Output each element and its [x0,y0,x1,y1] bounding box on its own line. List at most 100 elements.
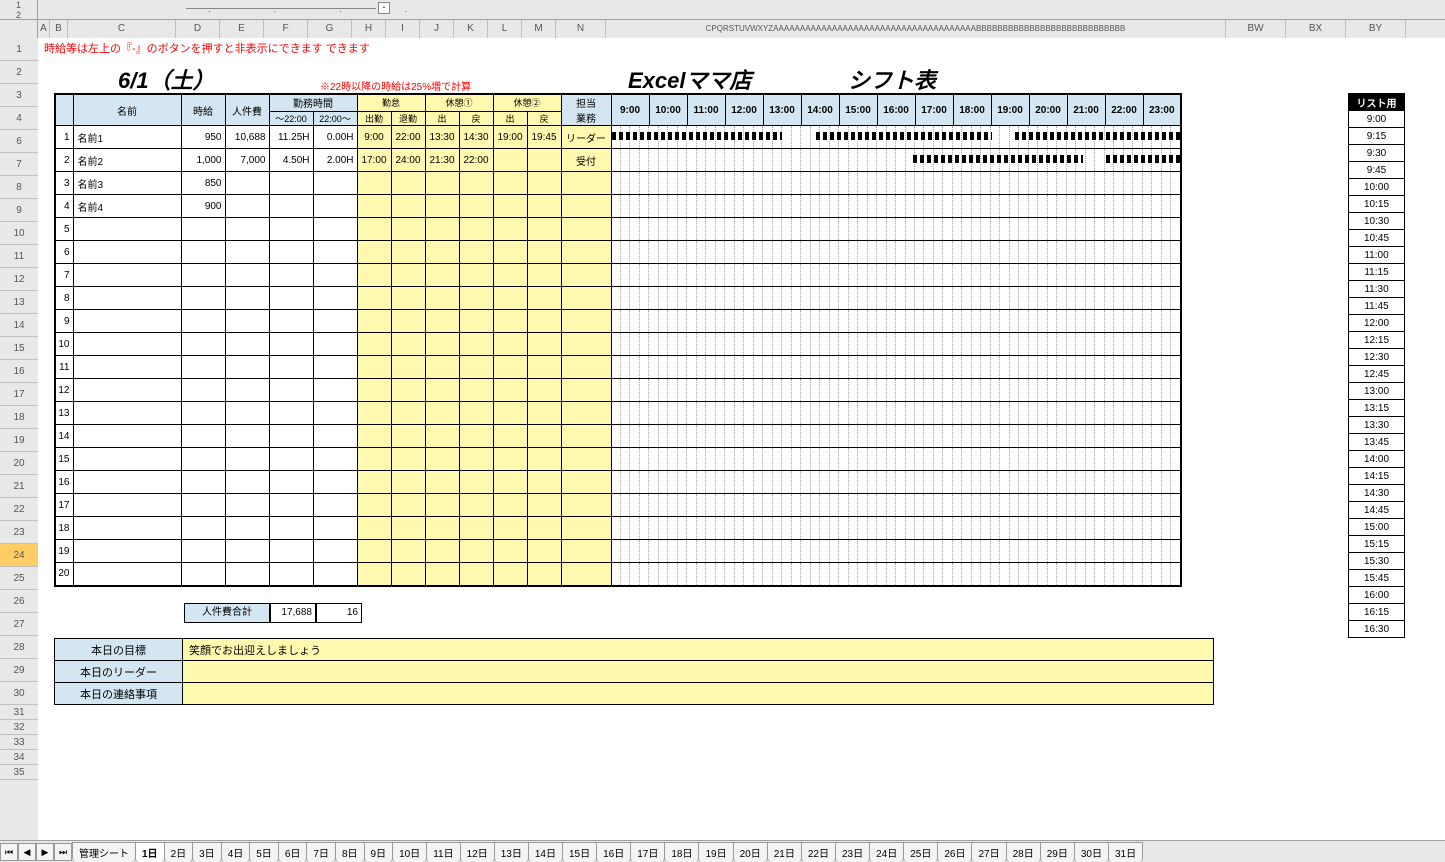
row-header[interactable]: 21 [0,475,38,498]
cell-wage[interactable] [181,517,225,540]
cell-name[interactable]: 名前2 [73,149,181,172]
cell-role[interactable] [561,563,611,586]
list-time[interactable]: 15:45 [1349,570,1405,587]
row-header[interactable]: 17 [0,383,38,406]
row-header[interactable]: 18 [0,406,38,429]
sheet-tab[interactable]: 6日 [278,842,308,862]
cell-name[interactable] [73,333,181,356]
spreadsheet-grid[interactable]: 時給等は左上の『-』のボタンを押すと非表示にできます できます 6/1（土） ※… [38,38,1445,840]
shift-row[interactable]: 3名前3850 [55,172,1181,195]
cell-name[interactable]: 名前4 [73,195,181,218]
row-header[interactable]: 14 [0,314,38,337]
cell-in[interactable] [357,494,391,517]
footer-row[interactable]: 本日のリーダー [55,661,1214,683]
row-header[interactable]: 10 [0,222,38,245]
list-time[interactable]: 13:15 [1349,400,1405,417]
footer-row[interactable]: 本日の連絡事項 [55,683,1214,705]
row-header[interactable]: 35 [0,765,38,780]
cell-out[interactable] [391,563,425,586]
row-header[interactable]: 29 [0,659,38,682]
cell-role[interactable] [561,448,611,471]
col-header[interactable]: J [420,20,454,38]
list-time[interactable]: 14:00 [1349,451,1405,468]
sheet-tab[interactable]: 7日 [306,842,336,862]
row-header[interactable]: 4 [0,107,38,130]
outline-collapse-button[interactable]: - [378,2,390,14]
cell-wage[interactable] [181,287,225,310]
col-header[interactable]: B [50,20,68,38]
list-time[interactable]: 11:00 [1349,247,1405,264]
sheet-tab[interactable]: 29日 [1040,842,1075,862]
cell-name[interactable]: 名前1 [73,126,181,149]
shift-row[interactable]: 18 [55,517,1181,540]
cell-name[interactable] [73,218,181,241]
list-time[interactable]: 13:45 [1349,434,1405,451]
cell-out[interactable] [391,448,425,471]
shift-row[interactable]: 20 [55,563,1181,586]
cell-wage[interactable] [181,494,225,517]
sheet-tab[interactable]: 11日 [426,842,460,862]
cell-wage[interactable] [181,425,225,448]
cell-in[interactable] [357,218,391,241]
list-time[interactable]: 10:15 [1349,196,1405,213]
row-header[interactable]: 26 [0,590,38,613]
sheet-tab[interactable]: 3日 [192,842,222,862]
shift-row[interactable]: 12 [55,379,1181,402]
row-header[interactable]: 34 [0,750,38,765]
cell-in[interactable] [357,287,391,310]
cell-name[interactable] [73,287,181,310]
cell-out[interactable] [391,425,425,448]
cell-out[interactable] [391,494,425,517]
cell-in[interactable] [357,517,391,540]
sheet-tab[interactable]: 24日 [869,842,904,862]
cell-out[interactable] [391,241,425,264]
sheet-tab[interactable]: 10日 [392,842,427,862]
sheet-tab[interactable]: 9日 [364,842,394,862]
row-header[interactable]: 31 [0,705,38,720]
shift-row[interactable]: 9 [55,310,1181,333]
shift-row[interactable]: 19 [55,540,1181,563]
cell-name[interactable] [73,379,181,402]
col-header[interactable]: H [352,20,386,38]
row-header[interactable]: 13 [0,291,38,314]
list-time[interactable]: 12:45 [1349,366,1405,383]
sheet-tab[interactable]: 26日 [937,842,972,862]
list-time[interactable]: 9:00 [1349,111,1405,128]
shift-row[interactable]: 11 [55,356,1181,379]
cell-in[interactable] [357,563,391,586]
shift-row[interactable]: 15 [55,448,1181,471]
shift-row[interactable]: 1名前195010,68811.25H0.00H9:0022:0013:3014… [55,126,1181,149]
sheet-tab[interactable]: 19日 [698,842,733,862]
shift-row[interactable]: 14 [55,425,1181,448]
cell-wage[interactable] [181,310,225,333]
cell-role[interactable] [561,195,611,218]
list-time[interactable]: 10:45 [1349,230,1405,247]
cell-name[interactable] [73,425,181,448]
cell-name[interactable] [73,517,181,540]
sheet-tab[interactable]: 30日 [1074,842,1109,862]
cell-wage[interactable] [181,333,225,356]
cell-in[interactable] [357,448,391,471]
cell-in[interactable] [357,333,391,356]
footer-row[interactable]: 本日の目標笑顔でお出迎えしましょう [55,639,1214,661]
shift-row[interactable]: 2名前21,0007,0004.50H2.00H17:0024:0021:302… [55,149,1181,172]
shift-row[interactable]: 13 [55,402,1181,425]
list-time[interactable]: 11:45 [1349,298,1405,315]
cell-in[interactable] [357,540,391,563]
cell-wage[interactable] [181,471,225,494]
cell-in[interactable] [357,402,391,425]
cell-in[interactable]: 9:00 [357,126,391,149]
cell-wage[interactable] [181,241,225,264]
row-header[interactable]: 22 [0,498,38,521]
shift-row[interactable]: 10 [55,333,1181,356]
cell-wage[interactable] [181,402,225,425]
shift-row[interactable]: 7 [55,264,1181,287]
shift-row[interactable]: 17 [55,494,1181,517]
cell-name[interactable] [73,264,181,287]
sheet-tab[interactable]: 1日 [135,842,165,862]
row-header[interactable]: 3 [0,84,38,107]
sheet-tab[interactable]: 17日 [630,842,665,862]
sheet-tab[interactable]: 管理シート [72,842,136,862]
row-header[interactable]: 24 [0,544,38,567]
sheet-tab[interactable]: 8日 [335,842,365,862]
